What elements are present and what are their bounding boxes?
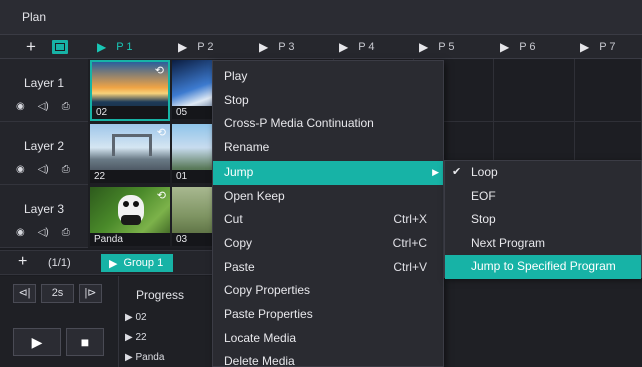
grid-cell[interactable] xyxy=(575,59,642,122)
tab-program-2[interactable]: ▶ P 2 xyxy=(178,35,214,59)
menu-item-cut[interactable]: Cut Ctrl+X xyxy=(213,208,443,232)
window-title-bar: Plan xyxy=(0,0,642,35)
lock-icon[interactable]: ⎙ xyxy=(62,164,70,175)
play-button[interactable]: ▶ xyxy=(13,328,61,356)
tab-program-4[interactable]: ▶ P 4 xyxy=(339,35,375,59)
add-group-button[interactable]: + xyxy=(18,253,27,271)
group-tab[interactable]: ▶ Group 1 xyxy=(101,254,173,272)
progress-header: Progress xyxy=(136,288,185,302)
context-menu: Play Stop Cross-P Media Continuation Ren… xyxy=(212,60,444,367)
media-name: 03 xyxy=(172,233,212,246)
visibility-icon[interactable]: ◉ xyxy=(16,101,25,112)
audio-icon[interactable]: ◁) xyxy=(38,164,49,175)
play-icon: ▶ xyxy=(97,40,107,54)
layer-name: Layer 2 xyxy=(23,139,65,153)
next-button[interactable]: |⊳ xyxy=(79,284,102,303)
layer-row-2[interactable]: Layer 2 ◉ ◁) ⎙ xyxy=(0,122,88,185)
visibility-icon[interactable]: ◉ xyxy=(16,227,25,238)
expand-icon: ▶ xyxy=(125,332,136,343)
submenu-item-jump-to-specified[interactable]: Jump to Specified Program xyxy=(445,255,641,279)
menu-item-stop[interactable]: Stop xyxy=(213,89,443,113)
menu-item-open-keep[interactable]: Open Keep xyxy=(213,185,443,209)
bridge-shape xyxy=(112,134,152,156)
lock-icon[interactable]: ⎙ xyxy=(62,227,70,238)
audio-icon[interactable]: ◁) xyxy=(38,101,49,112)
media-thumbnail[interactable]: 05 xyxy=(172,60,212,119)
progress-item[interactable]: ▶ Panda xyxy=(125,352,164,363)
program-header: + ▶ P 1 ▶ P 2 ▶ P 3 ▶ P 4 ▶ P 5 ▶ P 6 ▶ P 7 xyxy=(0,35,642,59)
media-thumbnail[interactable]: 03 xyxy=(172,187,212,246)
play-icon: ▶ xyxy=(500,40,510,54)
interval-field[interactable]: 2s xyxy=(41,284,74,303)
menu-item-delete-media[interactable]: Delete Media xyxy=(213,350,443,367)
media-name: 01 xyxy=(172,170,212,183)
menu-item-locate-media[interactable]: Locate Media xyxy=(213,327,443,351)
stop-button[interactable]: ■ xyxy=(66,328,104,356)
group-count: (1/1) xyxy=(48,257,71,269)
layer-list: Layer 1 ◉ ◁) ⎙ Layer 2 ◉ ◁) ⎙ Layer 3 ◉ … xyxy=(0,59,88,248)
play-icon: ▶ xyxy=(109,257,118,270)
menu-item-play[interactable]: Play xyxy=(213,65,443,89)
menu-item-jump[interactable]: Jump ▶ xyxy=(213,161,443,185)
play-icon: ▶ xyxy=(259,40,269,54)
media-thumbnail[interactable]: ⟲ 22 xyxy=(90,124,170,183)
layer-row-3[interactable]: Layer 3 ◉ ◁) ⎙ xyxy=(0,185,88,248)
submenu-arrow-icon: ▶ xyxy=(432,167,439,177)
visibility-icon[interactable]: ◉ xyxy=(16,164,25,175)
play-icon: ▶ xyxy=(178,40,188,54)
menu-item-paste[interactable]: Paste Ctrl+V xyxy=(213,256,443,280)
tab-program-5[interactable]: ▶ P 5 xyxy=(419,35,455,59)
layer-row-1[interactable]: Layer 1 ◉ ◁) ⎙ xyxy=(0,59,88,122)
tab-program-7[interactable]: ▶ P 7 xyxy=(580,35,616,59)
play-icon: ▶ xyxy=(339,40,349,54)
jump-submenu: ✔ Loop EOF Stop Next Program Jump to Spec… xyxy=(444,160,642,279)
submenu-item-next-program[interactable]: Next Program xyxy=(445,232,641,256)
expand-icon: ▶ xyxy=(125,312,136,323)
media-name: 05 xyxy=(172,106,212,119)
media-name: 22 xyxy=(90,170,170,183)
layout-icon[interactable] xyxy=(52,40,68,54)
expand-icon: ▶ xyxy=(125,352,136,363)
media-thumbnail[interactable]: ⟲ 02 xyxy=(90,60,170,121)
media-name: Panda xyxy=(90,233,170,246)
check-icon: ✔ xyxy=(452,166,462,178)
layer-name: Layer 1 xyxy=(23,76,65,90)
menu-item-copy[interactable]: Copy Ctrl+C xyxy=(213,232,443,256)
menu-item-cross-p-media[interactable]: Cross-P Media Continuation xyxy=(213,112,443,136)
menu-item-paste-properties[interactable]: Paste Properties xyxy=(213,303,443,327)
tab-program-6[interactable]: ▶ P 6 xyxy=(500,35,536,59)
progress-item[interactable]: ▶ 22 xyxy=(125,332,147,343)
submenu-item-eof[interactable]: EOF xyxy=(445,185,641,209)
progress-item[interactable]: ▶ 02 xyxy=(125,312,147,323)
layer-name: Layer 3 xyxy=(23,202,65,216)
previous-button[interactable]: ⊲| xyxy=(13,284,36,303)
panda-shape xyxy=(118,195,144,225)
tab-program-3[interactable]: ▶ P 3 xyxy=(259,35,295,59)
window-title: Plan xyxy=(22,10,47,24)
media-thumbnail[interactable]: 01 xyxy=(172,124,212,183)
play-icon: ▶ xyxy=(580,40,590,54)
loop-icon: ⟲ xyxy=(156,127,166,139)
audio-icon[interactable]: ◁) xyxy=(38,227,49,238)
media-thumbnail[interactable]: ⟲ Panda xyxy=(90,187,170,246)
play-icon: ▶ xyxy=(419,40,429,54)
loop-icon: ⟲ xyxy=(154,65,164,77)
submenu-item-loop[interactable]: ✔ Loop xyxy=(445,161,641,185)
grid-cell[interactable] xyxy=(494,59,575,122)
loop-icon: ⟲ xyxy=(156,190,166,202)
menu-item-rename[interactable]: Rename xyxy=(213,136,443,160)
submenu-item-stop[interactable]: Stop xyxy=(445,208,641,232)
menu-item-copy-properties[interactable]: Copy Properties xyxy=(213,279,443,303)
add-layer-button[interactable]: + xyxy=(26,37,36,57)
media-name: 02 xyxy=(92,106,168,119)
tab-program-1[interactable]: ▶ P 1 xyxy=(97,35,133,59)
progress-panel: Progress ▶ 02 ▶ 22 ▶ Panda xyxy=(118,276,212,367)
lock-icon[interactable]: ⎙ xyxy=(62,101,70,112)
